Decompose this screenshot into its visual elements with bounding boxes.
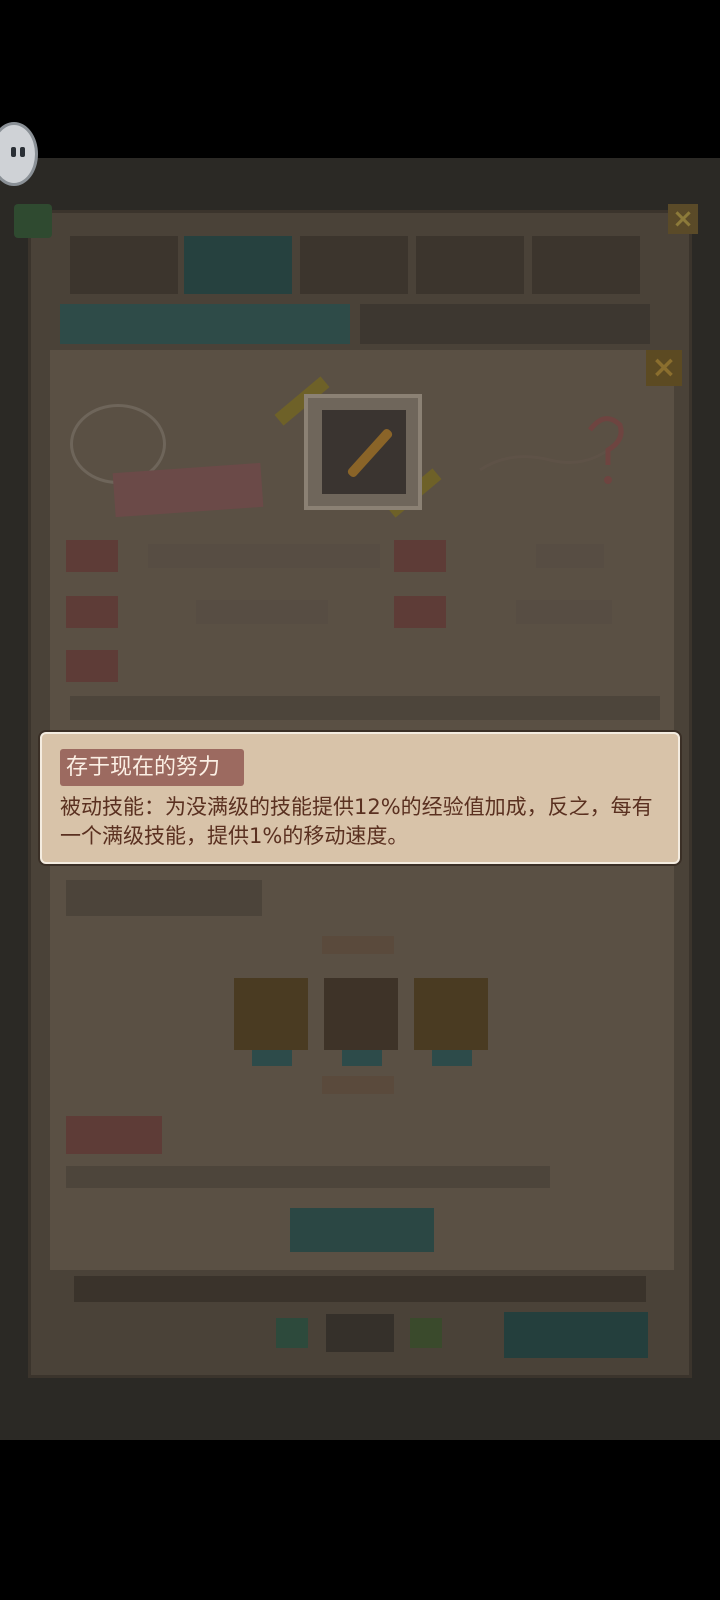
question-mark-icon [479, 416, 624, 484]
attribute-value-box [148, 544, 380, 568]
use-button[interactable] [504, 1312, 648, 1358]
attribute-label-box [66, 540, 118, 572]
minus-icon[interactable] [276, 1318, 308, 1348]
tooltip-description: 被动技能：为没满级的技能提供12%的经验值加成，反之，每有一个满级技能，提供1%… [60, 795, 653, 848]
close-icon[interactable]: × [668, 204, 698, 234]
tab-3[interactable] [300, 236, 408, 294]
skill-section-bar [66, 880, 262, 916]
eye-icon [20, 147, 25, 157]
attribute-value-box [536, 544, 604, 568]
skill-icon-3[interactable] [414, 978, 488, 1050]
tab-2-active[interactable] [184, 236, 292, 294]
quantity-field[interactable] [326, 1314, 394, 1352]
skill-level-badge [432, 1050, 472, 1066]
item-slot-row[interactable] [74, 1276, 646, 1302]
tab-4[interactable] [416, 236, 524, 294]
close-icon[interactable]: × [646, 350, 682, 386]
select-button[interactable] [290, 1208, 434, 1252]
skill-section-title [322, 936, 394, 954]
skill-level-badge [252, 1050, 292, 1066]
eye-icon [11, 147, 16, 157]
subtab-right[interactable] [360, 304, 650, 344]
attribute-label-box [394, 596, 446, 628]
skill-section-footer [322, 1076, 394, 1094]
tooltip-title: 存于现在的努力 [66, 755, 221, 780]
attribute-label-box [66, 650, 118, 682]
corner-ornament [14, 204, 52, 238]
attribute-value-box [196, 600, 328, 624]
item-description-line [70, 696, 660, 720]
plus-icon[interactable] [410, 1318, 442, 1348]
attribute-label-box [394, 540, 446, 572]
tool-description [66, 1166, 550, 1188]
subtab-left[interactable] [60, 304, 350, 344]
skill-level-badge [342, 1050, 382, 1066]
tab-5[interactable] [532, 236, 640, 294]
attribute-label-box [66, 596, 118, 628]
skill-icon-2[interactable] [324, 978, 398, 1050]
attribute-value-box [516, 600, 612, 624]
skill-icon-1[interactable] [234, 978, 308, 1050]
tool-label [66, 1116, 162, 1154]
tab-1[interactable] [70, 236, 178, 294]
